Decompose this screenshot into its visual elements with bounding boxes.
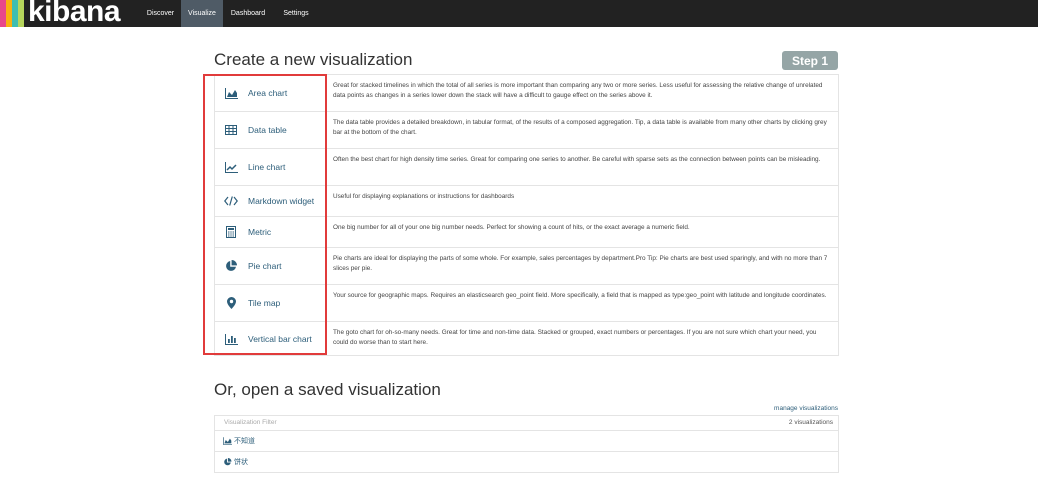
type-description: The data table provides a detailed break… bbox=[333, 119, 827, 136]
top-nav-bar: kibana Discover Visualize Dashboard Sett… bbox=[0, 0, 1038, 28]
selection-highlight-box bbox=[203, 74, 327, 355]
kibana-logo[interactable]: kibana bbox=[0, 0, 135, 28]
manage-visualizations-link[interactable]: manage visualizations bbox=[774, 405, 838, 412]
logo-stripes bbox=[0, 0, 26, 27]
step-badge: Step 1 bbox=[782, 51, 838, 70]
type-description: One big number for all of your one big n… bbox=[333, 224, 690, 231]
filter-row: Visualization Filter 2 visualizations bbox=[215, 416, 838, 431]
saved-item-label[interactable]: 饼状 bbox=[234, 457, 248, 467]
nav-tab-visualize[interactable]: Visualize bbox=[181, 0, 223, 27]
saved-item-label[interactable]: 不知道 bbox=[234, 436, 255, 446]
visualization-count: 2 visualizations bbox=[788, 419, 833, 426]
type-description: The goto chart for oh-so-many needs. Gre… bbox=[333, 329, 817, 346]
pie-chart-icon bbox=[224, 458, 232, 466]
nav-tab-discover[interactable]: Discover bbox=[140, 0, 181, 27]
type-description: Your source for geographic maps. Require… bbox=[333, 292, 827, 299]
type-description: Pie charts are ideal for displaying the … bbox=[333, 255, 828, 272]
area-chart-icon bbox=[223, 437, 232, 445]
create-visualization-title: Create a new visualization bbox=[214, 50, 413, 69]
type-description: Great for stacked timelines in which the… bbox=[333, 82, 823, 99]
saved-item[interactable]: 不知道 bbox=[215, 431, 838, 452]
saved-visualization-list: Visualization Filter 2 visualizations 不知… bbox=[214, 415, 839, 473]
type-description: Often the best chart for high density ti… bbox=[333, 156, 821, 163]
saved-visualization-title: Or, open a saved visualization bbox=[214, 380, 441, 399]
type-description: Useful for displaying explanations or in… bbox=[333, 193, 515, 200]
logo-text: kibana bbox=[28, 0, 121, 28]
visualization-filter-input[interactable]: Visualization Filter bbox=[224, 419, 277, 426]
saved-item[interactable]: 饼状 bbox=[215, 452, 838, 473]
nav-tabs: Discover Visualize Dashboard Settings bbox=[140, 0, 319, 27]
nav-tab-settings[interactable]: Settings bbox=[273, 0, 319, 27]
nav-tab-dashboard[interactable]: Dashboard bbox=[223, 0, 273, 27]
